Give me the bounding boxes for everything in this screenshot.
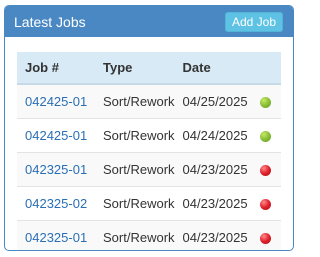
job-type-cell: Sort/Rework xyxy=(95,118,175,153)
job-link[interactable]: 042425-01 xyxy=(25,94,87,109)
status-indicator-icon xyxy=(260,199,272,211)
job-number-cell: 042425-01 xyxy=(17,84,95,119)
table-header-row: Job # Type Date xyxy=(17,52,281,85)
table-row: 042325-02 Sort/Rework 04/23/2025 xyxy=(17,186,281,221)
table-row: 042325-01 Sort/Rework 04/23/2025 xyxy=(17,220,281,250)
job-date-cell: 04/23/2025 xyxy=(174,186,251,221)
job-number-cell: 042425-01 xyxy=(17,118,95,153)
status-indicator-icon xyxy=(260,165,272,177)
status-cell xyxy=(251,84,281,119)
status-cell xyxy=(250,220,281,250)
panel-header: Latest Jobs Add Job xyxy=(5,6,293,37)
jobs-table: Job # Type Date 042425-01 Sort/Rework 04… xyxy=(17,52,281,250)
job-number-cell: 042325-01 xyxy=(17,152,95,187)
latest-jobs-panel: Latest Jobs Add Job Job # Type Date 0424… xyxy=(4,5,294,251)
job-type-cell: Sort/Rework xyxy=(95,220,175,250)
status-indicator-icon xyxy=(260,233,272,245)
job-number-cell: 042325-01 xyxy=(17,220,95,250)
status-cell xyxy=(250,186,281,221)
job-link[interactable]: 042325-01 xyxy=(25,230,87,245)
panel-body: Job # Type Date 042425-01 Sort/Rework 04… xyxy=(5,37,293,250)
job-type-cell: Sort/Rework xyxy=(95,186,175,221)
column-header-date: Date xyxy=(174,52,251,85)
job-type-cell: Sort/Rework xyxy=(95,152,175,187)
table-row: 042425-01 Sort/Rework 04/24/2025 xyxy=(17,118,281,153)
status-cell xyxy=(250,118,281,153)
job-link[interactable]: 042425-01 xyxy=(25,128,87,143)
column-header-job: Job # xyxy=(17,52,95,85)
job-link[interactable]: 042325-01 xyxy=(25,162,87,177)
column-header-status xyxy=(250,52,281,85)
add-job-button[interactable]: Add Job xyxy=(224,11,283,32)
status-indicator-icon xyxy=(260,97,272,109)
status-indicator-icon xyxy=(260,131,272,143)
job-number-cell: 042325-02 xyxy=(17,186,95,221)
column-header-type: Type xyxy=(95,52,175,85)
table-row: 042425-01 Sort/Rework 04/25/2025 xyxy=(17,84,281,119)
job-date-cell: 04/23/2025 xyxy=(174,152,251,187)
job-date-cell: 04/25/2025 xyxy=(182,94,248,109)
table-row: 042325-01 Sort/Rework 04/23/2025 xyxy=(17,152,281,187)
status-cell xyxy=(250,152,281,187)
job-date-cell: 04/23/2025 xyxy=(174,220,251,250)
job-date-cell: 04/24/2025 xyxy=(174,118,251,153)
panel-title: Latest Jobs xyxy=(14,13,86,30)
job-type-cell: Sort/Rework xyxy=(103,94,175,109)
job-link[interactable]: 042325-02 xyxy=(25,196,87,211)
